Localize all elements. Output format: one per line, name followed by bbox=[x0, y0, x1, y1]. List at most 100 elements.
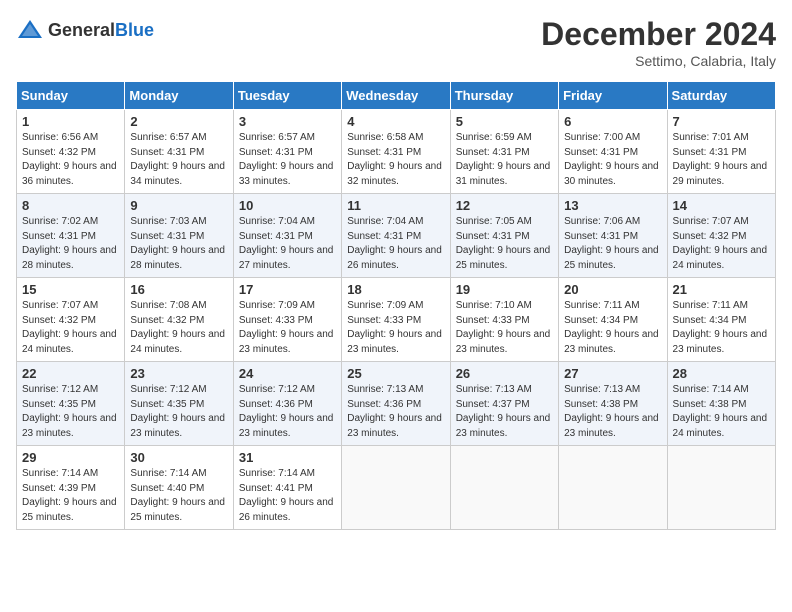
day-info: Sunrise: 7:08 AMSunset: 4:32 PMDaylight:… bbox=[130, 299, 227, 357]
day-number: 16 bbox=[130, 282, 227, 297]
day-number: 13 bbox=[564, 198, 661, 213]
day-info: Sunrise: 6:59 AMSunset: 4:31 PMDaylight:… bbox=[456, 131, 553, 189]
day-info: Sunrise: 6:56 AMSunset: 4:32 PMDaylight:… bbox=[22, 131, 119, 189]
calendar-day-cell: 14Sunrise: 7:07 AMSunset: 4:32 PMDayligh… bbox=[667, 194, 775, 278]
calendar-day-cell bbox=[342, 446, 450, 530]
day-number: 18 bbox=[347, 282, 444, 297]
day-number: 27 bbox=[564, 366, 661, 381]
day-number: 24 bbox=[239, 366, 336, 381]
weekday-header-saturday: Saturday bbox=[667, 82, 775, 110]
calendar-day-cell: 19 Sunrise: 7:10 AMSunset: 4:33 PMDayligh… bbox=[450, 278, 558, 362]
day-info: Sunrise: 7:04 AMSunset: 4:31 PMDaylight:… bbox=[239, 215, 336, 273]
day-info: Sunrise: 7:12 AMSunset: 4:35 PMDaylight:… bbox=[22, 383, 119, 441]
day-info: Sunrise: 7:12 AMSunset: 4:35 PMDaylight:… bbox=[130, 383, 227, 441]
calendar-day-cell: 17Sunrise: 7:09 AMSunset: 4:33 PMDayligh… bbox=[233, 278, 341, 362]
day-number: 11 bbox=[347, 198, 444, 213]
day-info: Sunrise: 7:05 AMSunset: 4:31 PMDaylight:… bbox=[456, 215, 553, 273]
day-number: 21 bbox=[673, 282, 770, 297]
calendar-day-cell: 27 Sunrise: 7:13 AMSunset: 4:38 PMDayligh… bbox=[559, 362, 667, 446]
calendar-week-row: 15 Sunrise: 7:07 AMSunset: 4:32 PMDayligh… bbox=[17, 278, 776, 362]
day-number: 2 bbox=[130, 114, 227, 129]
calendar-day-cell: 5 Sunrise: 6:59 AMSunset: 4:31 PMDaylight… bbox=[450, 110, 558, 194]
day-number: 22 bbox=[22, 366, 119, 381]
weekday-header-wednesday: Wednesday bbox=[342, 82, 450, 110]
calendar-day-cell: 15 Sunrise: 7:07 AMSunset: 4:32 PMDayligh… bbox=[17, 278, 125, 362]
day-info: Sunrise: 6:57 AMSunset: 4:31 PMDaylight:… bbox=[130, 131, 227, 189]
weekday-header-sunday: Sunday bbox=[17, 82, 125, 110]
calendar-day-cell bbox=[450, 446, 558, 530]
day-number: 8 bbox=[22, 198, 119, 213]
day-info: Sunrise: 7:07 AMSunset: 4:32 PMDaylight:… bbox=[22, 299, 119, 357]
day-number: 10 bbox=[239, 198, 336, 213]
day-info: Sunrise: 7:09 AMSunset: 4:33 PMDaylight:… bbox=[347, 299, 444, 357]
calendar-day-cell: 21Sunrise: 7:11 AMSunset: 4:34 PMDayligh… bbox=[667, 278, 775, 362]
logo-wordmark: GeneralBlue bbox=[48, 20, 154, 41]
day-info: Sunrise: 7:01 AMSunset: 4:31 PMDaylight:… bbox=[673, 131, 770, 189]
day-info: Sunrise: 7:13 AMSunset: 4:36 PMDaylight:… bbox=[347, 383, 444, 441]
logo: GeneralBlue bbox=[16, 16, 154, 44]
calendar-day-cell: 9Sunrise: 7:03 AMSunset: 4:31 PMDaylight… bbox=[125, 194, 233, 278]
day-info: Sunrise: 7:02 AMSunset: 4:31 PMDaylight:… bbox=[22, 215, 119, 273]
calendar-day-cell: 3 Sunrise: 6:57 AMSunset: 4:31 PMDaylight… bbox=[233, 110, 341, 194]
page-header: GeneralBlue December 2024 Settimo, Calab… bbox=[16, 16, 776, 69]
month-title: December 2024 bbox=[541, 16, 776, 53]
calendar-day-cell: 26Sunrise: 7:13 AMSunset: 4:37 PMDayligh… bbox=[450, 362, 558, 446]
day-number: 3 bbox=[239, 114, 336, 129]
day-info: Sunrise: 7:03 AMSunset: 4:31 PMDaylight:… bbox=[130, 215, 227, 273]
calendar-day-cell: 30 Sunrise: 7:14 AMSunset: 4:40 PMDayligh… bbox=[125, 446, 233, 530]
calendar-day-cell: 23 Sunrise: 7:12 AMSunset: 4:35 PMDayligh… bbox=[125, 362, 233, 446]
weekday-header-thursday: Thursday bbox=[450, 82, 558, 110]
day-info: Sunrise: 7:07 AMSunset: 4:32 PMDaylight:… bbox=[673, 215, 770, 273]
calendar-day-cell: 31 Sunrise: 7:14 AMSunset: 4:41 PMDayligh… bbox=[233, 446, 341, 530]
day-info: Sunrise: 7:14 AMSunset: 4:41 PMDaylight:… bbox=[239, 467, 336, 525]
day-info: Sunrise: 7:06 AMSunset: 4:31 PMDaylight:… bbox=[564, 215, 661, 273]
calendar-week-row: 22 Sunrise: 7:12 AMSunset: 4:35 PMDayligh… bbox=[17, 362, 776, 446]
day-info: Sunrise: 7:13 AMSunset: 4:38 PMDaylight:… bbox=[564, 383, 661, 441]
weekday-header-row: SundayMondayTuesdayWednesdayThursdayFrid… bbox=[17, 82, 776, 110]
calendar-day-cell: 6Sunrise: 7:00 AMSunset: 4:31 PMDaylight… bbox=[559, 110, 667, 194]
logo-blue: Blue bbox=[115, 20, 154, 40]
day-info: Sunrise: 7:14 AMSunset: 4:39 PMDaylight:… bbox=[22, 467, 119, 525]
day-number: 6 bbox=[564, 114, 661, 129]
day-number: 7 bbox=[673, 114, 770, 129]
calendar-day-cell: 10 Sunrise: 7:04 AMSunset: 4:31 PMDayligh… bbox=[233, 194, 341, 278]
day-number: 19 bbox=[456, 282, 553, 297]
day-number: 31 bbox=[239, 450, 336, 465]
day-number: 5 bbox=[456, 114, 553, 129]
day-info: Sunrise: 6:57 AMSunset: 4:31 PMDaylight:… bbox=[239, 131, 336, 189]
day-info: Sunrise: 7:14 AMSunset: 4:38 PMDaylight:… bbox=[673, 383, 770, 441]
calendar-week-row: 1Sunrise: 6:56 AMSunset: 4:32 PMDaylight… bbox=[17, 110, 776, 194]
calendar-day-cell bbox=[667, 446, 775, 530]
day-number: 15 bbox=[22, 282, 119, 297]
calendar-day-cell: 20 Sunrise: 7:11 AMSunset: 4:34 PMDayligh… bbox=[559, 278, 667, 362]
calendar-day-cell: 13 Sunrise: 7:06 AMSunset: 4:31 PMDayligh… bbox=[559, 194, 667, 278]
day-info: Sunrise: 7:11 AMSunset: 4:34 PMDaylight:… bbox=[564, 299, 661, 357]
day-info: Sunrise: 7:04 AMSunset: 4:31 PMDaylight:… bbox=[347, 215, 444, 273]
day-number: 25 bbox=[347, 366, 444, 381]
calendar-day-cell bbox=[559, 446, 667, 530]
day-number: 28 bbox=[673, 366, 770, 381]
day-info: Sunrise: 7:14 AMSunset: 4:40 PMDaylight:… bbox=[130, 467, 227, 525]
day-number: 30 bbox=[130, 450, 227, 465]
title-block: December 2024 Settimo, Calabria, Italy bbox=[541, 16, 776, 69]
day-info: Sunrise: 7:13 AMSunset: 4:37 PMDaylight:… bbox=[456, 383, 553, 441]
calendar-day-cell: 28 Sunrise: 7:14 AMSunset: 4:38 PMDayligh… bbox=[667, 362, 775, 446]
calendar-day-cell: 4Sunrise: 6:58 AMSunset: 4:31 PMDaylight… bbox=[342, 110, 450, 194]
day-number: 20 bbox=[564, 282, 661, 297]
calendar-day-cell: 25 Sunrise: 7:13 AMSunset: 4:36 PMDayligh… bbox=[342, 362, 450, 446]
calendar-day-cell: 12 Sunrise: 7:05 AMSunset: 4:31 PMDayligh… bbox=[450, 194, 558, 278]
day-number: 12 bbox=[456, 198, 553, 213]
logo-icon bbox=[16, 16, 44, 44]
calendar-day-cell: 22 Sunrise: 7:12 AMSunset: 4:35 PMDayligh… bbox=[17, 362, 125, 446]
day-number: 23 bbox=[130, 366, 227, 381]
calendar-day-cell: 1Sunrise: 6:56 AMSunset: 4:32 PMDaylight… bbox=[17, 110, 125, 194]
day-info: Sunrise: 7:09 AMSunset: 4:33 PMDaylight:… bbox=[239, 299, 336, 357]
location: Settimo, Calabria, Italy bbox=[541, 53, 776, 69]
calendar-week-row: 8 Sunrise: 7:02 AMSunset: 4:31 PMDaylight… bbox=[17, 194, 776, 278]
day-info: Sunrise: 7:10 AMSunset: 4:33 PMDaylight:… bbox=[456, 299, 553, 357]
calendar-day-cell: 18 Sunrise: 7:09 AMSunset: 4:33 PMDayligh… bbox=[342, 278, 450, 362]
calendar-day-cell: 7 Sunrise: 7:01 AMSunset: 4:31 PMDaylight… bbox=[667, 110, 775, 194]
logo-general: General bbox=[48, 20, 115, 40]
weekday-header-tuesday: Tuesday bbox=[233, 82, 341, 110]
weekday-header-friday: Friday bbox=[559, 82, 667, 110]
